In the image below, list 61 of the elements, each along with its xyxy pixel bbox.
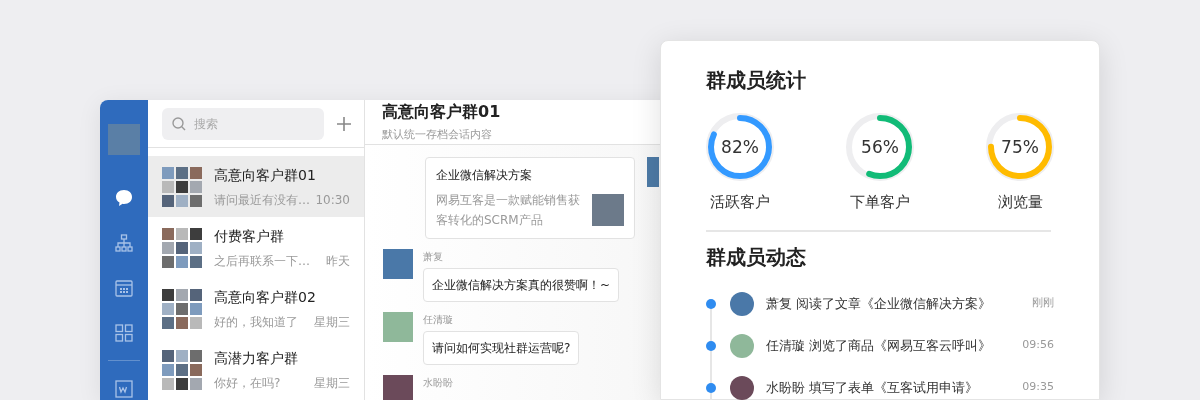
avatar-photo <box>383 374 413 400</box>
section-title: 群成员动态 <box>706 243 807 271</box>
link-card[interactable]: 企业微信解决方案 网易互客是一款赋能销售获客转化的SCRM产品 <box>425 156 635 239</box>
search-icon <box>172 116 186 131</box>
sender-name: 任清璇 <box>423 312 453 327</box>
document-icon <box>114 378 134 399</box>
message-preview: 之后再联系一下… <box>214 252 310 270</box>
avatar-photo <box>383 311 413 342</box>
chat-title: 高意向客户群01 <box>382 101 502 123</box>
nav-org-button[interactable] <box>112 231 136 255</box>
activity-text: 任清璇 浏览了商品《网易互客云呼叫》 <box>766 336 993 355</box>
activity-time: 刚刚 <box>1032 295 1054 312</box>
activity-time: 09:35 <box>1022 379 1054 396</box>
avatar-photo <box>730 291 754 316</box>
search-field[interactable]: 搜索 <box>162 107 324 140</box>
activity-text: 萧复 阅读了文章《企业微信解决方案》 <box>766 294 993 313</box>
plus-icon <box>336 115 352 132</box>
sender-name: 萧复 <box>423 249 443 264</box>
avatar-photo <box>108 124 140 155</box>
message-preview: 好的，我知道了 <box>214 313 298 331</box>
message-time: 昨天 <box>326 252 350 270</box>
avatar-photo <box>383 248 413 279</box>
conversation-name: 高意向客户群01 <box>214 165 317 185</box>
card-description: 网易互客是一款赋能销售获客转化的SCRM产品 <box>436 191 581 229</box>
group-avatar <box>162 349 202 390</box>
org-chart-icon <box>114 232 134 253</box>
avatar-photo <box>647 156 659 187</box>
stat-label: 活跃客户 <box>710 192 770 213</box>
stat-label: 下单客户 <box>850 192 910 213</box>
message-bubble: 企业微信解决方案真的很赞啊！~ <box>423 267 620 302</box>
message-time: 星期三 <box>314 313 350 331</box>
percent-value: 82% <box>721 138 759 156</box>
stat-label: 浏览量 <box>997 192 1043 213</box>
group-avatar <box>162 288 202 329</box>
chat-bubble-icon <box>114 188 134 208</box>
message-time: 10:30 <box>315 191 350 209</box>
group-avatar <box>162 227 202 268</box>
avatar-photo <box>730 375 754 400</box>
sender-name: 水盼盼 <box>423 375 453 390</box>
calendar-icon <box>114 277 134 298</box>
avatar-photo <box>730 333 754 358</box>
percent-value: 56% <box>861 138 899 156</box>
grid-icon <box>114 322 134 343</box>
percent-value: 75% <box>1001 138 1039 156</box>
section-title: 群成员统计 <box>706 67 807 94</box>
nav-doc-button[interactable] <box>112 377 136 400</box>
thumbnail-photo <box>592 193 624 226</box>
conversation-name: 高潜力客户群 <box>214 348 299 368</box>
message-bubble: 请问如何实现社群运营呢? <box>423 330 580 365</box>
conversation-name: 高意向客户群02 <box>214 287 317 307</box>
message-preview: 你好，在吗? <box>214 374 281 392</box>
message-preview: 请问最近有没有… <box>214 191 310 209</box>
conversation-name: 付费客户群 <box>214 226 285 246</box>
message-time: 星期三 <box>314 374 350 392</box>
conversation-item[interactable]: 高意向客户群01 请问最近有没有… 10:30 <box>148 156 364 217</box>
group-avatar <box>162 166 202 207</box>
chat-subtitle: 默认统一存档会话内容 <box>382 127 493 143</box>
activity-time: 09:56 <box>1022 337 1054 354</box>
card-title: 企业微信解决方案 <box>436 166 533 184</box>
activity-text: 水盼盼 填写了表单《互客试用申请》 <box>766 378 980 397</box>
nav-apps-button[interactable] <box>112 321 136 345</box>
